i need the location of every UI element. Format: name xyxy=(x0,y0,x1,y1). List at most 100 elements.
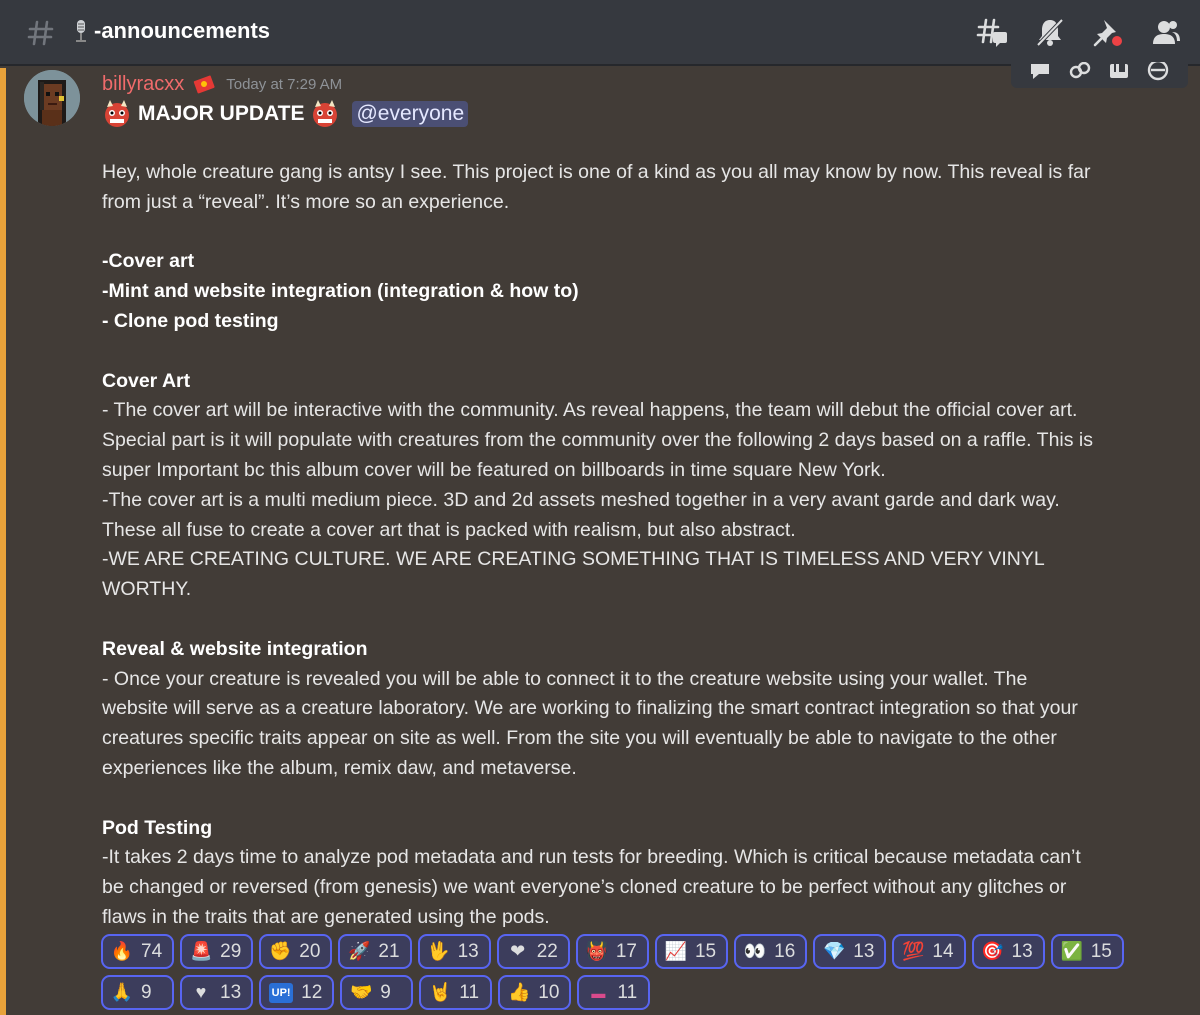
message-text-line: WORTHY. xyxy=(102,578,192,601)
message-text-line: super Important bc this album cover will… xyxy=(102,458,886,481)
reaction-button[interactable]: 👍 10 xyxy=(498,975,572,1010)
oni-icon xyxy=(313,100,338,127)
reaction-count: 9 xyxy=(380,981,391,1003)
message-text-line: be changed or reversed (from genesis) we… xyxy=(102,876,1067,899)
message-heading-line: -Mint and website integration (integrati… xyxy=(102,280,579,303)
threads-icon[interactable] xyxy=(974,14,1010,50)
message-heading-line: Pod Testing xyxy=(102,816,213,839)
reaction-count: 21 xyxy=(378,940,400,962)
message-text-line xyxy=(102,218,1152,248)
reaction-button[interactable]: 🖖 13 xyxy=(417,934,491,969)
message-timestamp: Today at 7:29 AM xyxy=(226,75,343,93)
reaction-count: 17 xyxy=(615,940,637,962)
message-heading-line: Cover Art xyxy=(102,369,191,392)
members-icon[interactable] xyxy=(1148,14,1184,50)
reaction-count: 13 xyxy=(853,940,875,962)
reaction-button[interactable]: 🚨 29 xyxy=(180,934,254,969)
message-title: MAJOR UPDATE xyxy=(138,102,305,125)
reaction-count: 11 xyxy=(617,981,638,1003)
message-text-line xyxy=(102,784,1152,814)
header-toolbar xyxy=(974,14,1184,50)
reaction-button[interactable]: ❤ 22 xyxy=(496,934,570,969)
check-mark-icon: ✅ xyxy=(1060,941,1083,961)
message-heading-line: Reveal & website integration xyxy=(102,637,368,660)
reaction-count: 15 xyxy=(1090,940,1112,962)
microphone-icon xyxy=(76,20,86,42)
reactions-bar: 🔥 74 🚨 29 ✊ 20 🚀 21 🖖 13 ❤ 22 👹 17 📈 15 👀 16 💎 13 💯 14 🎯 13 ✅ 15 🙏… xyxy=(101,934,1191,1010)
avatar-image xyxy=(24,70,80,126)
reaction-button[interactable]: 📈 15 xyxy=(654,934,729,969)
reaction-count: 15 xyxy=(694,940,717,962)
chart-increasing-icon: 📈 xyxy=(664,941,688,961)
reaction-button[interactable]: 🤘 11 xyxy=(419,975,493,1010)
reaction-count: 13 xyxy=(220,981,242,1003)
heart-icon: ❤ xyxy=(510,941,526,961)
reaction-count: 20 xyxy=(299,940,321,962)
channel-title: -announcements xyxy=(72,18,270,44)
fist-icon: ✊ xyxy=(269,941,292,961)
reaction-button[interactable]: 💯 14 xyxy=(892,934,966,969)
add-reaction-icon[interactable] xyxy=(1028,59,1054,85)
message-actions-toolbar xyxy=(1011,56,1188,88)
message-text-line: website will serve as a creature laborat… xyxy=(102,697,1078,720)
reaction-button[interactable]: ✊ 20 xyxy=(259,934,333,969)
reaction-count: 13 xyxy=(457,940,479,962)
reaction-button[interactable]: 🙏 9 xyxy=(101,975,174,1010)
reaction-count: 29 xyxy=(220,940,242,962)
reaction-button[interactable]: ▬ 11 xyxy=(577,975,651,1010)
message-text-line: These all fuse to create a cover art tha… xyxy=(102,518,796,541)
red-envelope-icon xyxy=(194,75,215,94)
thread-icon[interactable] xyxy=(1106,59,1132,85)
reaction-button[interactable]: 🎯 13 xyxy=(971,934,1045,969)
gem-icon: 💎 xyxy=(823,941,846,961)
heart-suit-icon: ♥ xyxy=(195,982,207,1002)
message-text-line: creatures specific traits appear on site… xyxy=(102,727,1057,750)
reaction-button[interactable]: 🔥 74 xyxy=(101,934,175,969)
message-text-line: Special part is it will populate with cr… xyxy=(102,429,1094,452)
message-text-line: from just a “reveal”. It’s more so an ex… xyxy=(102,190,510,213)
message-text-line: -WE ARE CREATING CULTURE. WE ARE CREATIN… xyxy=(102,548,1045,571)
reaction-button[interactable]: 🚀 21 xyxy=(338,934,412,969)
message-title-line: MAJOR UPDATE @everyone xyxy=(102,99,469,129)
rocket-icon: 🚀 xyxy=(348,941,371,961)
reaction-button[interactable]: 👀 16 xyxy=(734,934,808,969)
message-text-line: Hey, whole creature gang is antsy I see.… xyxy=(102,161,1091,183)
oni-icon xyxy=(105,100,129,127)
message-text-line: experiences like the album, remix daw, a… xyxy=(102,756,577,779)
username[interactable]: billyracxx xyxy=(102,73,184,96)
reaction-count: 11 xyxy=(459,981,480,1003)
reaction-count: 22 xyxy=(536,940,558,962)
hashtag-icon xyxy=(27,20,54,46)
message-text-line: flaws in the traits that are generated u… xyxy=(102,905,550,928)
reaction-button[interactable]: 👹 17 xyxy=(575,934,649,969)
reaction-count: 12 xyxy=(301,981,323,1003)
target-icon: 🎯 xyxy=(981,941,1004,961)
message-heading-line: - Clone pod testing xyxy=(102,309,279,332)
reply-icon[interactable] xyxy=(1067,59,1093,85)
siren-icon: 🚨 xyxy=(189,941,213,961)
message-body: Hey, whole creature gang is antsy I see.… xyxy=(102,158,1152,933)
more-options-icon[interactable] xyxy=(1145,59,1171,85)
reaction-button[interactable]: ♥ 13 xyxy=(180,975,254,1010)
pin-icon[interactable] xyxy=(1090,14,1126,50)
reaction-count: 14 xyxy=(932,940,954,962)
reaction-button[interactable]: ✅ 15 xyxy=(1050,934,1124,969)
reaction-button[interactable]: 🤝 9 xyxy=(340,975,414,1010)
reaction-button[interactable]: UP! 12 xyxy=(259,975,335,1010)
up-button-icon: UP! xyxy=(269,982,294,1003)
mute-icon[interactable] xyxy=(1032,14,1068,50)
avatar[interactable] xyxy=(24,70,80,126)
hundred-icon: 💯 xyxy=(902,941,925,961)
folded-hands-icon: 🙏 xyxy=(110,982,134,1002)
everyone-mention[interactable]: @everyone xyxy=(352,101,469,127)
reaction-button[interactable]: 💎 13 xyxy=(813,934,887,969)
message-text-line: - Once your creature is revealed you wil… xyxy=(102,667,1028,690)
custom-sticker-icon: ▬ xyxy=(591,984,606,1001)
reaction-count: 10 xyxy=(538,981,560,1003)
message-header: billyracxx Today at 7:29 AM xyxy=(102,72,342,96)
message-text-line xyxy=(102,337,1152,367)
mention-highlight-bar xyxy=(0,68,6,1015)
vulcan-salute-icon: 🖖 xyxy=(427,941,450,961)
message-text-line: -It takes 2 days time to analyze pod met… xyxy=(102,846,1081,869)
oni-icon: 👹 xyxy=(585,941,609,961)
